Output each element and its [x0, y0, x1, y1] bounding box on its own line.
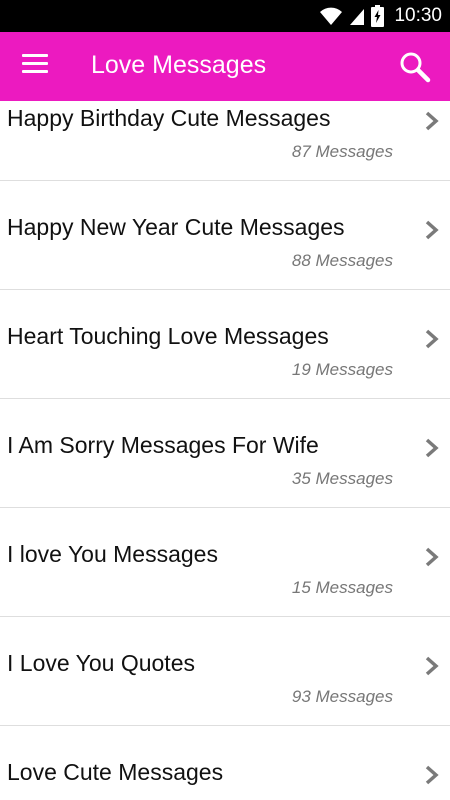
- item-count: 35 Messages: [291, 469, 393, 488]
- list-item[interactable]: Happy New Year Cute Messages 88 Messages: [0, 181, 450, 290]
- search-icon[interactable]: [398, 50, 432, 84]
- status-time: 10:30: [394, 5, 442, 26]
- battery-charging-icon: [371, 5, 385, 27]
- wifi-icon: [320, 7, 343, 25]
- app-bar: Love Messages: [0, 32, 450, 101]
- list-item[interactable]: Heart Touching Love Messages 19 Messages: [0, 290, 450, 399]
- item-title: I Love You Quotes: [7, 650, 195, 676]
- chevron-right-icon: [425, 765, 439, 785]
- item-count: 88 Messages: [291, 251, 393, 270]
- list-item[interactable]: I love You Messages 15 Messages: [0, 508, 450, 617]
- list-item[interactable]: Happy Birthday Cute Messages 87 Messages: [0, 101, 450, 181]
- chevron-right-icon: [425, 111, 439, 131]
- status-icons: 10:30: [319, 0, 442, 32]
- item-count: 87 Messages: [291, 142, 393, 161]
- list-item[interactable]: I Am Sorry Messages For Wife 35 Messages: [0, 399, 450, 508]
- message-category-list[interactable]: Happy Birthday Cute Messages 87 Messages…: [0, 101, 450, 800]
- cell-signal-icon: [350, 9, 365, 25]
- chevron-right-icon: [425, 329, 439, 349]
- item-title: I Am Sorry Messages For Wife: [7, 432, 319, 458]
- chevron-right-icon: [425, 656, 439, 676]
- status-bar: 10:30: [0, 0, 450, 32]
- item-title: Heart Touching Love Messages: [7, 323, 329, 349]
- item-title: Happy New Year Cute Messages: [7, 214, 345, 240]
- chevron-right-icon: [425, 547, 439, 567]
- chevron-right-icon: [425, 438, 439, 458]
- item-count: 15 Messages: [291, 578, 393, 597]
- menu-icon[interactable]: [22, 54, 48, 76]
- item-title: Love Cute Messages: [7, 759, 224, 785]
- item-count: 19 Messages: [291, 360, 393, 379]
- list-item[interactable]: I Love You Quotes 93 Messages: [0, 617, 450, 726]
- chevron-right-icon: [425, 220, 439, 240]
- item-title: Happy Birthday Cute Messages: [7, 105, 331, 131]
- app-title: Love Messages: [91, 51, 267, 79]
- item-title: I love You Messages: [7, 541, 218, 567]
- list-item[interactable]: Love Cute Messages: [0, 726, 450, 800]
- item-count: 93 Messages: [291, 687, 393, 706]
